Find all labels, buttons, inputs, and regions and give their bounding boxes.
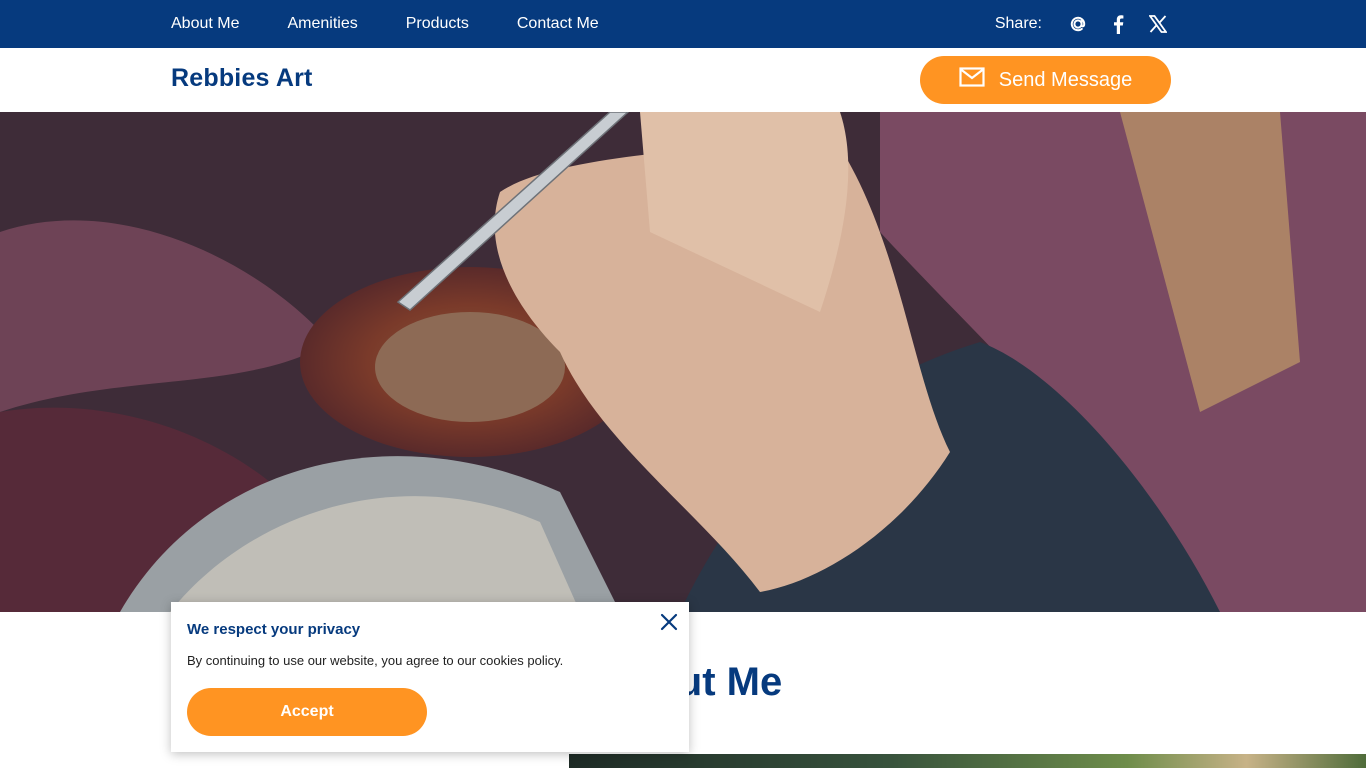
cookie-text: By continuing to use our website, you ag… bbox=[187, 653, 564, 668]
nav-item-amenities[interactable]: Amenities bbox=[287, 15, 357, 33]
share-bar: Share: bbox=[995, 0, 1170, 48]
facebook-icon[interactable] bbox=[1106, 12, 1130, 36]
share-label: Share: bbox=[994, 15, 1042, 32]
accept-button[interactable]: Accept bbox=[187, 688, 427, 736]
hero-artwork bbox=[0, 112, 1366, 612]
close-icon[interactable] bbox=[659, 612, 679, 632]
send-message-button[interactable]: Send Message bbox=[920, 56, 1171, 104]
mail-icon bbox=[959, 67, 985, 93]
top-nav-bar: About Me Amenities Products Contact Me S… bbox=[0, 0, 1366, 48]
nav-item-contact-me[interactable]: Contact Me bbox=[517, 15, 599, 33]
x-icon[interactable] bbox=[1146, 12, 1170, 36]
nav-item-products[interactable]: Products bbox=[406, 15, 469, 33]
at-icon[interactable] bbox=[1066, 12, 1090, 36]
cookie-title: We respect your privacy bbox=[187, 621, 361, 638]
about-me-image bbox=[569, 754, 1366, 768]
cookie-consent-dialog: We respect your privacy By continuing to… bbox=[171, 602, 689, 752]
hero-image bbox=[0, 112, 1366, 612]
brand-logo-text[interactable]: Rebbies Art bbox=[171, 64, 313, 93]
send-message-label: Send Message bbox=[998, 68, 1133, 91]
main-nav: About Me Amenities Products Contact Me bbox=[171, 0, 599, 48]
nav-item-about-me[interactable]: About Me bbox=[171, 15, 239, 33]
site-header: Rebbies Art Send Message bbox=[0, 48, 1366, 112]
